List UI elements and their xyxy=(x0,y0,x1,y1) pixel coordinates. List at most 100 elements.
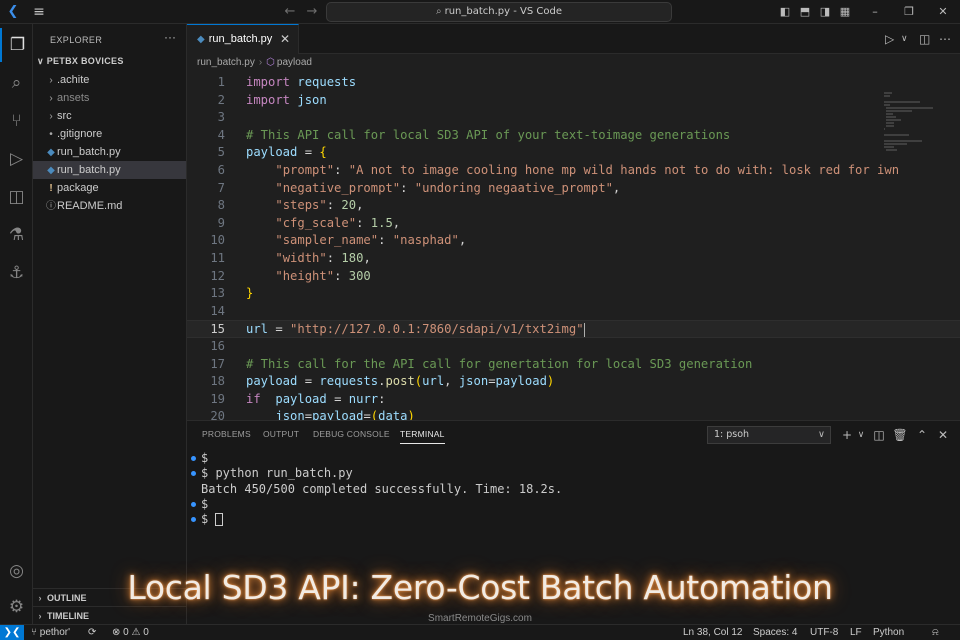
line-ending[interactable]: LF xyxy=(850,625,862,640)
code-editor[interactable]: 1 import requests 2 import json 3 4 # This API… xyxy=(187,72,960,420)
line-number: 15 xyxy=(210,322,225,337)
terminal-line-text: $ xyxy=(201,512,209,526)
command-center-search[interactable]: ⌕ run_batch.py - VS Code xyxy=(326,2,672,22)
code-line[interactable]: 17 # This call for the API call for gener… xyxy=(187,356,960,374)
indentation[interactable]: Spaces: 4 xyxy=(753,625,797,640)
back-arrow-icon[interactable]: ← xyxy=(282,3,298,21)
code-line[interactable]: 2 import json xyxy=(187,92,960,110)
split-terminal-icon[interactable]: ◫ xyxy=(871,426,887,444)
new-terminal-chevron-icon[interactable]: ∨ xyxy=(853,426,869,444)
split-editor-icon[interactable]: ◫ xyxy=(919,30,930,48)
more-actions-icon[interactable]: ··· xyxy=(164,30,176,44)
terminal-line-text: Batch 450/500 completed successfully. Ti… xyxy=(201,482,563,496)
tree-item-ansets[interactable]: › ansets xyxy=(33,89,186,107)
editor-area: ◆ run_batch.py ✕ ▷ ∨ ◫ ⋯ run_batch.py › ⬡ pa… xyxy=(187,24,960,420)
tree-item-run-batch-py[interactable]: ◆ run_batch.py xyxy=(33,143,186,161)
code-line[interactable]: 9 "cfg_scale": 1.5, xyxy=(187,215,960,233)
problems-indicator[interactable]: ⊗ 0 ⚠ 0 xyxy=(112,625,149,640)
line-number: 7 xyxy=(217,180,225,195)
code-line[interactable]: 8 "steps": 20, xyxy=(187,197,960,215)
tree-item-src[interactable]: › src xyxy=(33,107,186,125)
toggle-panel-icon[interactable]: ⬒ xyxy=(796,3,814,21)
code-line[interactable]: 14 xyxy=(187,303,960,321)
extensions-icon[interactable]: ◫ xyxy=(0,180,33,214)
breadcrumb-separator-icon: › xyxy=(258,57,263,68)
trash-icon[interactable]: 🗑 xyxy=(892,426,908,444)
breadcrumb-file[interactable]: run_batch.py xyxy=(197,57,255,68)
cursor-position[interactable]: Ln 38, Col 12 xyxy=(683,625,743,640)
line-number: 8 xyxy=(217,198,225,213)
tab-problems[interactable]: PROBLEMS xyxy=(202,429,251,439)
python-file-icon: ◆ xyxy=(197,34,205,45)
tree-item-achite[interactable]: › .achite xyxy=(33,71,186,89)
tree-item-package[interactable]: ! package xyxy=(33,179,186,197)
terminal-select[interactable]: 1: psoh ∨ xyxy=(707,426,831,444)
tree-item-readme[interactable]: ⓘREADME.md xyxy=(33,197,186,215)
tree-item-run-batch-py-selected[interactable]: ◆ run_batch.py xyxy=(33,161,186,179)
code-line[interactable]: 3 xyxy=(187,109,960,127)
line-number: 1 xyxy=(217,75,225,89)
code-line[interactable]: 19 if payload = nurr: xyxy=(187,391,960,409)
encoding[interactable]: UTF-8 xyxy=(810,625,838,640)
maximize-panel-icon[interactable]: ⌃ xyxy=(914,426,930,444)
explorer-icon[interactable]: ❐ xyxy=(0,28,33,62)
code-text: "negative_prompt": "undoring negaative_p… xyxy=(275,180,621,195)
line-number: 10 xyxy=(210,233,225,248)
vscode-logo-icon: ❮ xyxy=(7,4,19,19)
code-text: } xyxy=(246,286,254,301)
close-tab-icon[interactable]: ✕ xyxy=(280,25,290,54)
code-line[interactable]: 15 url = "http://127.0.0.1:7860/sdapi/v1/… xyxy=(187,320,960,338)
code-line[interactable]: 11 "width": 180, xyxy=(187,250,960,268)
toggle-secondary-sidebar-icon[interactable]: ◨ xyxy=(816,3,834,21)
code-line[interactable]: 20 json=payload=(data) xyxy=(187,408,960,420)
tab-output[interactable]: OUTPUT xyxy=(263,429,299,439)
close-window-icon[interactable]: ✕ xyxy=(934,3,952,21)
run-file-icon[interactable]: ▷ xyxy=(885,30,894,48)
more-actions-icon[interactable]: ⋯ xyxy=(939,30,951,48)
customize-layout-icon[interactable]: ▦ xyxy=(836,3,854,21)
line-number: 19 xyxy=(210,391,225,406)
tree-item-label: .achite xyxy=(57,74,90,86)
tab-debug-console[interactable]: DEBUG CONSOLE xyxy=(313,429,390,439)
code-line[interactable]: 18 payload = requests.post(url, json=payl… xyxy=(187,373,960,391)
code-line[interactable]: 12 "height": 300 xyxy=(187,268,960,286)
sync-icon[interactable]: ⟳ xyxy=(88,625,96,640)
branch-indicator[interactable]: ⑂ pethor' xyxy=(31,625,70,640)
code-text: payload = requests.post(url, json=payloa… xyxy=(246,374,555,389)
search-icon[interactable]: ⌕ xyxy=(0,66,33,100)
forward-arrow-icon[interactable]: → xyxy=(304,3,320,21)
code-line[interactable]: 13} xyxy=(187,285,960,303)
docker-icon[interactable]: ⚓ xyxy=(0,256,33,290)
tab-run-batch-py[interactable]: ◆ run_batch.py ✕ xyxy=(187,24,299,54)
run-debug-icon[interactable]: ▷ xyxy=(0,142,33,176)
line-number: 18 xyxy=(210,374,225,389)
restore-icon[interactable]: ❐ xyxy=(900,3,918,21)
hamburger-menu-icon[interactable]: ≡ xyxy=(30,3,48,21)
tree-item-gitignore[interactable]: • .gitignore xyxy=(33,125,186,143)
code-line[interactable]: 16 xyxy=(187,338,960,356)
code-line[interactable]: 1 import requests xyxy=(187,74,960,92)
workspace-folder[interactable]: ∨ PETBX BOVICES xyxy=(37,56,124,67)
remote-indicator-icon[interactable]: ❯❮ xyxy=(0,625,24,640)
testing-icon[interactable]: ⚗ xyxy=(0,218,33,252)
minimize-icon[interactable]: – xyxy=(866,3,884,21)
toggle-sidebar-icon[interactable]: ◧ xyxy=(776,3,794,21)
code-line[interactable]: 4 # This API call for local SD3 API of yo… xyxy=(187,127,960,145)
explorer-sidebar: EXPLORER ··· ∨ PETBX BOVICES › .achite › a… xyxy=(33,24,187,624)
tab-terminal[interactable]: TERMINAL xyxy=(400,429,445,444)
breadcrumb-symbol[interactable]: payload xyxy=(277,57,312,68)
line-number: 9 xyxy=(217,215,225,230)
close-panel-icon[interactable]: ✕ xyxy=(935,426,951,444)
language-mode[interactable]: Python xyxy=(873,625,904,640)
code-line[interactable]: 7 "negative_prompt": "undoring negaative… xyxy=(187,180,960,198)
minimap[interactable] xyxy=(884,72,946,152)
notifications-bell-icon[interactable]: ⍾ xyxy=(932,625,939,640)
line-number: 6 xyxy=(217,163,225,177)
code-line[interactable]: 6 "prompt": "A not to image cooling hone… xyxy=(187,162,960,180)
code-text: "cfg_scale": 1.5, xyxy=(275,215,401,230)
run-dropdown-chevron-icon[interactable]: ∨ xyxy=(901,30,908,48)
source-control-icon[interactable]: ⑂ xyxy=(0,104,33,138)
code-line[interactable]: 5 payload = { xyxy=(187,144,960,162)
code-line[interactable]: 10 "sampler_name": "nasphad", xyxy=(187,232,960,250)
terminal-line-text: $ xyxy=(201,451,209,465)
